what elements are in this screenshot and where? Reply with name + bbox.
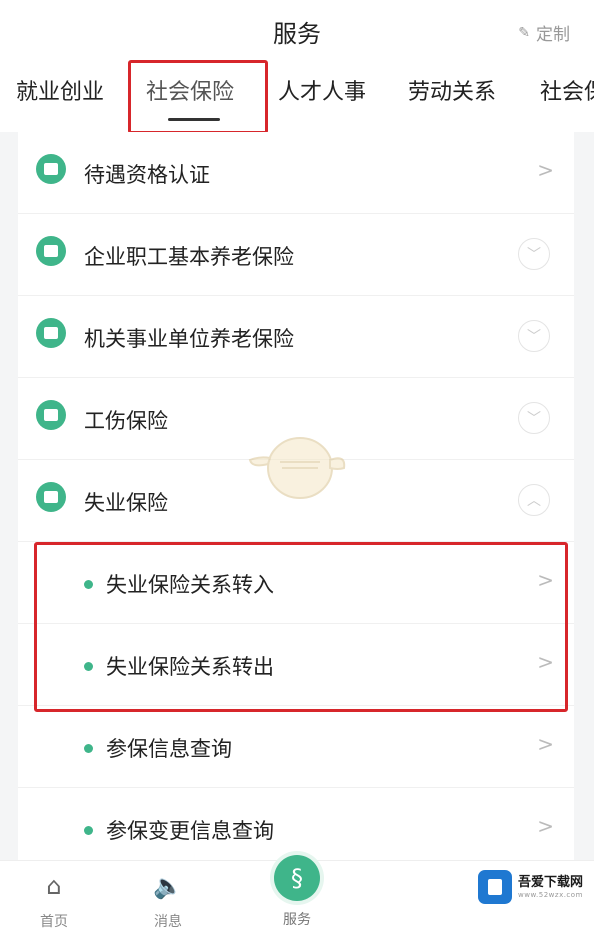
chevron-down-icon[interactable]: ﹀ (518, 402, 550, 434)
tabbar-services[interactable]: § 服务 (257, 855, 337, 929)
list-item-label: 企业职工基本养老保险 (84, 245, 294, 269)
home-icon: ⌂ (46, 872, 62, 900)
tabbar-services-label: 服务 (283, 912, 311, 928)
mascot-watermark-icon (248, 437, 346, 499)
chevron-up-icon[interactable]: ︿ (518, 484, 550, 516)
tabbar-home[interactable]: ⌂ 首页 (14, 869, 94, 931)
list-item-label: 失业保险 (84, 491, 168, 515)
pension-icon (36, 236, 66, 266)
certificate-icon (36, 154, 66, 184)
list-item-label: 机关事业单位养老保险 (84, 327, 294, 351)
tab-talent-personnel[interactable]: 人才人事 (278, 74, 366, 106)
chevron-down-icon[interactable]: ﹀ (518, 238, 550, 270)
page-title: 服务 (273, 20, 321, 48)
sub-item-label: 参保信息查询 (106, 737, 232, 761)
category-tabs: 就业创业 社会保险 人才人事 劳动关系 社会保 (0, 62, 594, 132)
tab-labor-relations[interactable]: 劳动关系 (408, 74, 496, 106)
unemployment-insurance-icon (36, 482, 66, 512)
highlight-box-tab (128, 60, 268, 134)
chevron-right-icon: > (537, 814, 554, 838)
list-item[interactable]: 企业职工基本养老保险 ﹀ (18, 214, 574, 296)
tabbar-messages[interactable]: 🔈 消息 (128, 869, 208, 931)
tabbar-home-label: 首页 (40, 914, 68, 930)
list-item[interactable]: 机关事业单位养老保险 ﹀ (18, 296, 574, 378)
speaker-icon: 🔈 (153, 872, 183, 900)
site-logo-icon (478, 870, 512, 904)
injury-insurance-icon (36, 400, 66, 430)
tab-employment[interactable]: 就业创业 (16, 74, 104, 106)
header: 服务 ✎ 定制 (0, 0, 594, 62)
sub-item-label: 参保变更信息查询 (106, 819, 274, 843)
highlight-box-subitems (34, 542, 568, 712)
watermark-domain: www.52wzx.com (518, 891, 583, 899)
chevron-down-icon[interactable]: ﹀ (518, 320, 550, 352)
sub-list-item[interactable]: 参保信息查询 > (18, 706, 574, 788)
watermark-name: 吾爱下载网 (518, 875, 584, 890)
list-item[interactable]: 待遇资格认证 > (18, 132, 574, 214)
list-item-label: 待遇资格认证 (84, 163, 210, 187)
list-item-label: 工伤保险 (84, 409, 168, 433)
bullet-dot (84, 744, 93, 753)
bullet-dot (84, 826, 93, 835)
pencil-icon: ✎ (518, 24, 530, 41)
site-watermark: 吾爱下载网 www.52wzx.com (478, 870, 583, 904)
chevron-right-icon: > (537, 732, 554, 756)
institution-pension-icon (36, 318, 66, 348)
service-page: 服务 ✎ 定制 就业创业 社会保险 人才人事 劳动关系 社会保 待遇资格认证 >… (0, 0, 594, 931)
chevron-right-icon: > (537, 158, 554, 182)
customize-button[interactable]: ✎ 定制 (518, 20, 570, 46)
tab-social-more[interactable]: 社会保 (540, 74, 594, 106)
customize-label: 定制 (536, 25, 570, 45)
tabbar-messages-label: 消息 (154, 914, 182, 930)
services-icon: § (274, 855, 320, 901)
